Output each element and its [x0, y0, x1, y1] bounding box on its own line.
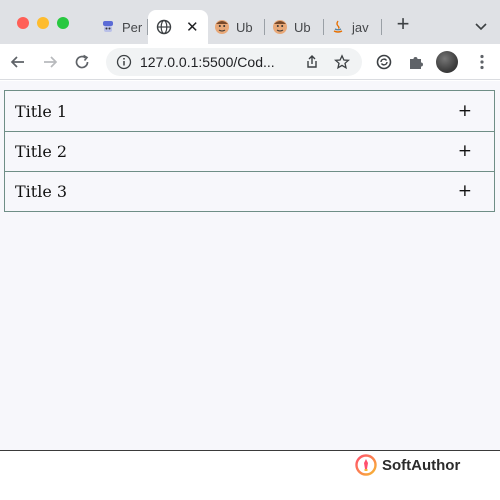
tab-divider	[381, 19, 382, 35]
expand-plus-icon[interactable]: +	[458, 183, 472, 200]
tab-label: Ub	[236, 19, 253, 35]
browser-toolbar: 127.0.0.1:5500/Cod...	[0, 44, 500, 80]
bookmark-star-icon[interactable]	[332, 52, 352, 72]
page-viewport: Title 1 + Title 2 + Title 3 +	[0, 81, 500, 451]
avatar-face-icon	[214, 19, 230, 35]
expand-plus-icon[interactable]: +	[458, 143, 472, 160]
avatar-face-icon	[272, 19, 288, 35]
window-close-button[interactable]	[17, 17, 29, 29]
brand-watermark: SoftAuthor	[355, 454, 460, 476]
accordion-title: Title 3	[15, 182, 68, 201]
accordion-item-3[interactable]: Title 3 +	[5, 171, 494, 211]
java-icon	[330, 19, 346, 35]
tab-label: Per	[122, 19, 143, 35]
browser-tab-5[interactable]: jav	[330, 10, 382, 44]
sync-icon[interactable]	[374, 52, 394, 72]
tab-label: Ub	[294, 19, 311, 35]
tab-divider	[323, 19, 324, 35]
address-bar[interactable]: 127.0.0.1:5500/Cod...	[106, 48, 362, 76]
accordion-title: Title 1	[15, 101, 68, 121]
new-tab-button[interactable]: +	[392, 13, 414, 36]
site-info-icon[interactable]	[116, 54, 132, 70]
tab-label: jav	[352, 19, 369, 35]
window-maximize-button[interactable]	[57, 17, 69, 29]
tab-strip: Per ✕ Ub Ub jav +	[0, 0, 500, 44]
more-menu-icon[interactable]	[472, 52, 492, 72]
expand-plus-icon[interactable]: +	[458, 102, 472, 120]
tab-divider	[264, 19, 265, 35]
profile-avatar[interactable]	[436, 51, 458, 73]
browser-tab-2-active[interactable]: ✕	[148, 10, 208, 44]
tab-search-chevron-icon[interactable]	[474, 18, 488, 31]
browser-tab-3[interactable]: Ub	[214, 10, 260, 44]
accordion: Title 1 + Title 2 + Title 3 +	[4, 90, 495, 212]
reload-icon[interactable]	[72, 52, 92, 72]
accordion-title: Title 2	[15, 142, 68, 161]
window-minimize-button[interactable]	[37, 17, 49, 29]
accordion-item-1[interactable]: Title 1 +	[5, 91, 494, 131]
browser-tab-4[interactable]: Ub	[272, 10, 318, 44]
close-tab-icon[interactable]: ✕	[186, 20, 199, 35]
accordion-item-2[interactable]: Title 2 +	[5, 131, 494, 171]
browser-tab-1[interactable]: Per	[100, 10, 146, 44]
brand-name: SoftAuthor	[382, 456, 461, 474]
forward-arrow-icon[interactable]	[40, 52, 60, 72]
share-icon[interactable]	[302, 52, 322, 72]
brand-logo-icon	[355, 454, 377, 476]
mascot-icon	[100, 19, 116, 35]
extensions-puzzle-icon[interactable]	[406, 52, 426, 72]
back-arrow-icon[interactable]	[8, 52, 28, 72]
globe-icon	[156, 19, 172, 35]
url-text: 127.0.0.1:5500/Cod...	[140, 54, 275, 70]
footer: SoftAuthor	[0, 451, 500, 500]
